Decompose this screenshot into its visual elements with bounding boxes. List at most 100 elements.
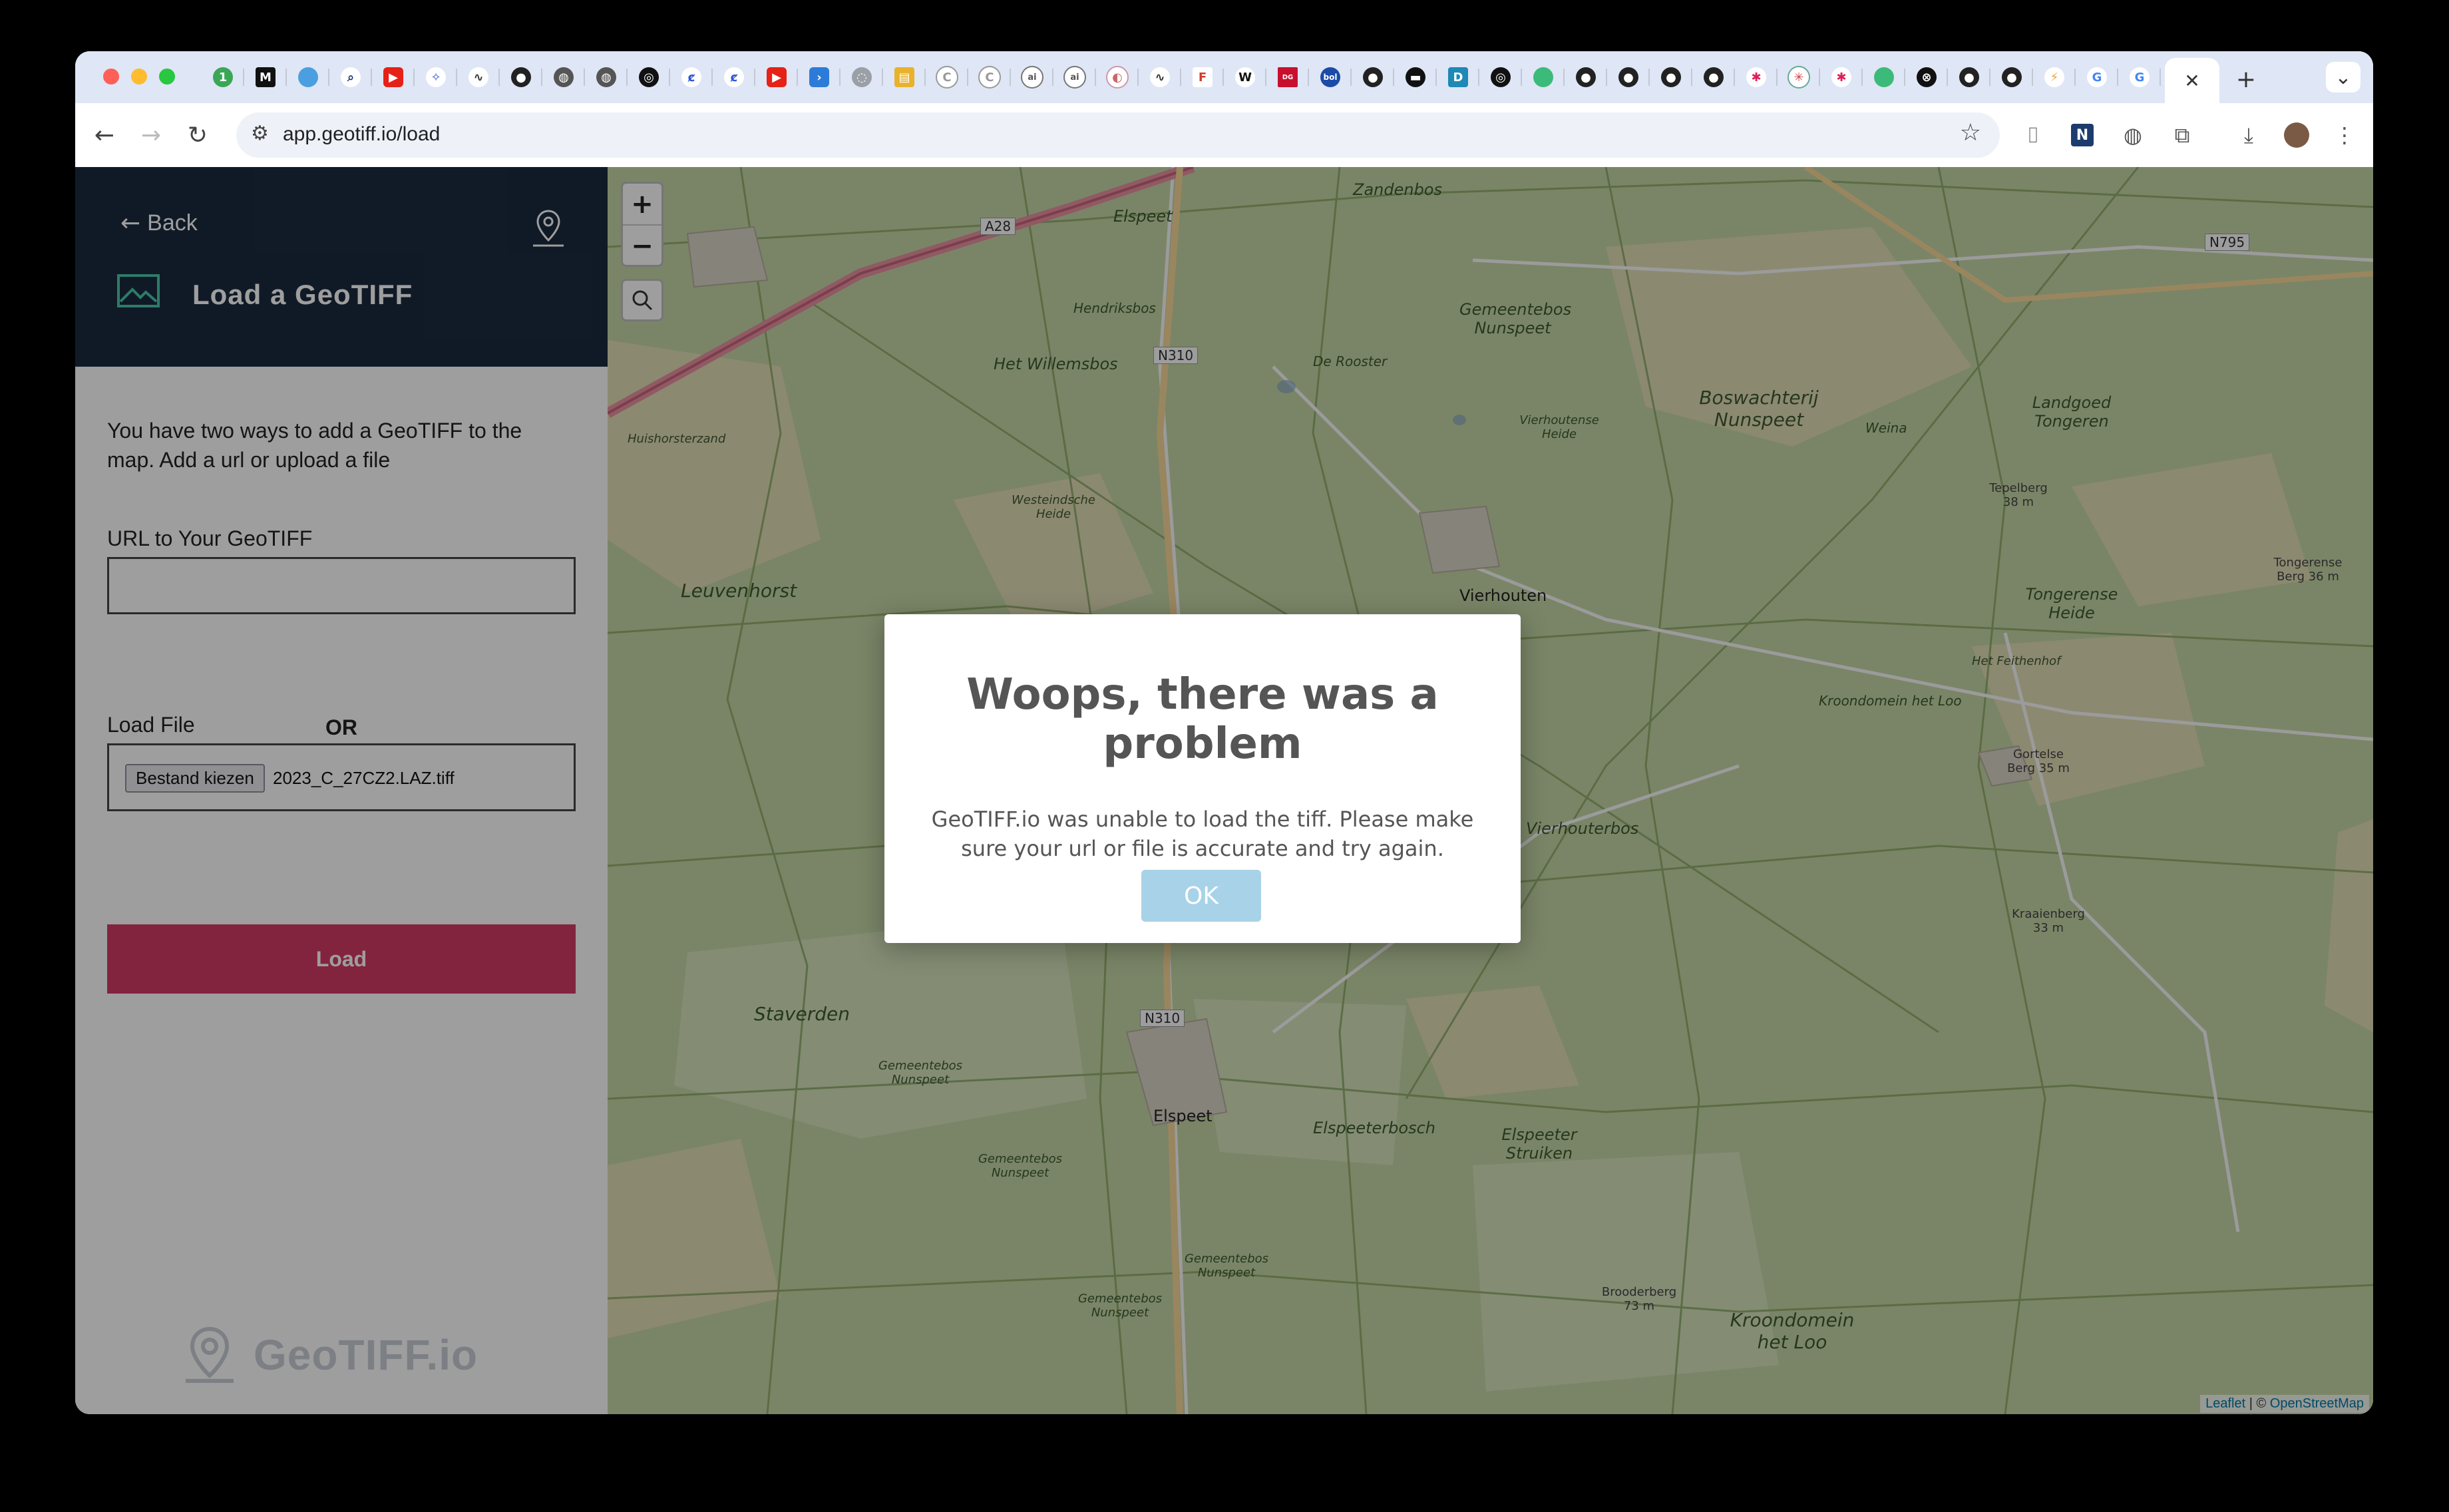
- tab-favicon-icon: ai: [1021, 66, 1043, 89]
- tab[interactable]: ●: [1565, 61, 1607, 94]
- tab[interactable]: ✱: [1735, 61, 1778, 94]
- tab-favicon-icon: ◎: [1491, 67, 1511, 87]
- tab[interactable]: ▤: [883, 61, 926, 94]
- address-bar[interactable]: ⚙ app.geotiff.io/load ☆: [236, 112, 2000, 158]
- tab[interactable]: ✱: [1820, 61, 1863, 94]
- tab[interactable]: ●: [1650, 61, 1692, 94]
- close-tab-icon[interactable]: ✕: [2184, 70, 2199, 92]
- github-icon: ●: [1661, 67, 1681, 87]
- bookmark-star-icon[interactable]: ☆: [1960, 119, 1981, 146]
- back-arrow-icon[interactable]: ←: [85, 115, 124, 155]
- github-icon: ●: [1576, 67, 1596, 87]
- tab[interactable]: ◐: [1096, 61, 1139, 94]
- tab[interactable]: ◌: [841, 61, 883, 94]
- tab-favicon-icon: ⊗: [1917, 67, 1937, 87]
- tab-favicon-icon: ◐: [1106, 66, 1129, 89]
- forward-arrow-icon[interactable]: →: [131, 115, 171, 155]
- reload-icon[interactable]: ↻: [178, 115, 218, 155]
- tab[interactable]: ●: [500, 61, 542, 94]
- url-text[interactable]: app.geotiff.io/load: [283, 123, 440, 146]
- tab[interactable]: G: [2118, 61, 2161, 94]
- tab[interactable]: ∿: [1139, 61, 1181, 94]
- tab-favicon-icon: [1874, 67, 1894, 87]
- slack-icon: ✱: [1831, 67, 1851, 87]
- tab-favicon-icon: bol: [1320, 67, 1340, 87]
- tab[interactable]: [1863, 61, 1905, 94]
- wikipedia-icon: W: [1235, 67, 1255, 87]
- new-tab-button[interactable]: +: [2231, 65, 2261, 94]
- tab[interactable]: ●: [1692, 61, 1735, 94]
- tab[interactable]: ai: [1011, 61, 1053, 94]
- tab[interactable]: ȼ: [713, 61, 755, 94]
- tab[interactable]: ◍: [542, 61, 585, 94]
- extension-icon[interactable]: ◍: [2116, 118, 2150, 152]
- slack-icon: ✱: [1746, 67, 1766, 87]
- tab[interactable]: F: [1181, 61, 1224, 94]
- tab[interactable]: bol: [1309, 61, 1352, 94]
- github-icon: ●: [1618, 67, 1638, 87]
- tab[interactable]: ●: [1948, 61, 1990, 94]
- tab[interactable]: ai: [1053, 61, 1096, 94]
- close-window-button[interactable]: [103, 69, 119, 85]
- puzzle-icon[interactable]: ⧉: [2165, 118, 2199, 152]
- tab[interactable]: ⌕: [329, 61, 372, 94]
- tab[interactable]: ✧: [415, 61, 457, 94]
- tab[interactable]: 1: [202, 61, 244, 94]
- tab[interactable]: [1522, 61, 1565, 94]
- tab[interactable]: C: [968, 61, 1011, 94]
- zoom-window-button[interactable]: [159, 69, 175, 85]
- active-tab[interactable]: ✕: [2165, 58, 2219, 103]
- tab[interactable]: ◎: [628, 61, 670, 94]
- dialog-message: GeoTIFF.io was unable to load the tiff. …: [931, 807, 1474, 861]
- tab-favicon-icon: ▬: [1406, 67, 1425, 87]
- tab-favicon-icon: ◎: [639, 67, 659, 87]
- download-icon[interactable]: ⤓: [2231, 118, 2266, 152]
- github-icon: ●: [511, 67, 531, 87]
- google-icon: G: [2087, 67, 2107, 87]
- extension-icon[interactable]: N: [2065, 118, 2100, 152]
- tab-strip: 1 M ⌕ ▶ ✧ ∿ ● ◍ ◍ ◎ ȼ ȼ ▶ › ◌ ▤ C C ai a…: [75, 51, 2373, 103]
- menu-kebab-icon[interactable]: ⋮: [2327, 118, 2362, 152]
- ok-button[interactable]: OK: [1141, 870, 1261, 922]
- github-icon: ●: [2002, 67, 2022, 87]
- error-dialog: Woops, there was a problem GeoTIFF.io wa…: [884, 614, 1521, 943]
- tab[interactable]: ȼ: [670, 61, 713, 94]
- tab[interactable]: ◍: [585, 61, 628, 94]
- tab[interactable]: ◎: [1479, 61, 1522, 94]
- tab[interactable]: D: [1437, 61, 1479, 94]
- minimize-window-button[interactable]: [131, 69, 147, 85]
- avatar[interactable]: [2279, 118, 2314, 152]
- pinned-tabs: 1 M ⌕ ▶ ✧ ∿ ● ◍ ◍ ◎ ȼ ȼ ▶ › ◌ ▤ C C ai a…: [202, 61, 2203, 94]
- tab[interactable]: ›: [798, 61, 841, 94]
- tab-favicon-icon: C: [936, 66, 958, 89]
- tab[interactable]: C: [926, 61, 968, 94]
- search-icon: ⌕: [341, 67, 361, 87]
- tab[interactable]: ▬: [1394, 61, 1437, 94]
- tab-favicon-icon: D: [1448, 67, 1468, 87]
- tab[interactable]: ●: [1352, 61, 1394, 94]
- tab-favicon-icon: ∿: [469, 67, 488, 87]
- tab[interactable]: ▶: [755, 61, 798, 94]
- tab[interactable]: ⊗: [1905, 61, 1948, 94]
- tab-favicon-icon: ∿: [1150, 67, 1170, 87]
- tab[interactable]: W: [1224, 61, 1266, 94]
- tab-favicon-icon: ✧: [426, 67, 446, 87]
- tab[interactable]: DG: [1266, 61, 1309, 94]
- tab[interactable]: ⚡: [2033, 61, 2076, 94]
- tab[interactable]: [287, 61, 329, 94]
- tab[interactable]: ✳: [1778, 61, 1820, 94]
- tab[interactable]: ▶: [372, 61, 415, 94]
- google-icon: G: [2130, 67, 2150, 87]
- tab[interactable]: ∿: [457, 61, 500, 94]
- globe-icon: ◍: [554, 67, 574, 87]
- tab[interactable]: G: [2076, 61, 2118, 94]
- tab[interactable]: ●: [1607, 61, 1650, 94]
- browser-window: 1 M ⌕ ▶ ✧ ∿ ● ◍ ◍ ◎ ȼ ȼ ▶ › ◌ ▤ C C ai a…: [75, 51, 2373, 1414]
- tab[interactable]: ●: [1990, 61, 2033, 94]
- tab-search-button[interactable]: ⌄: [2326, 62, 2360, 93]
- tab[interactable]: M: [244, 61, 287, 94]
- github-icon: ●: [1363, 67, 1383, 87]
- camera-icon[interactable]: ⌷: [2016, 118, 2050, 152]
- site-info-icon[interactable]: ⚙: [251, 122, 269, 145]
- tab-favicon-icon: DG: [1278, 67, 1298, 87]
